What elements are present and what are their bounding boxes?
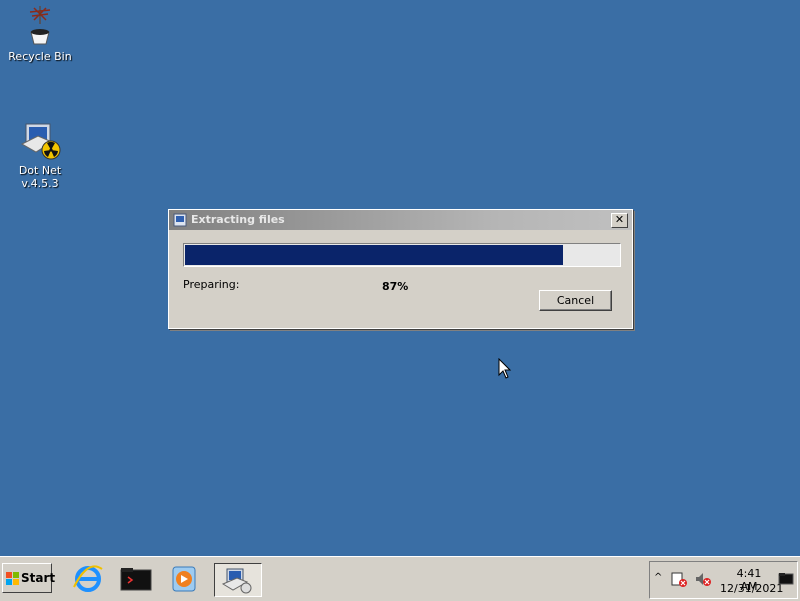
mouse-cursor-icon: [498, 357, 512, 380]
taskbar-media-player[interactable]: [166, 563, 202, 595]
system-tray: ^ 4:41 AM 12/31/2021: [649, 561, 798, 599]
volume-muted-icon[interactable]: [694, 570, 712, 591]
taskbar-internet-explorer[interactable]: [70, 563, 106, 595]
media-player-icon: [172, 566, 196, 592]
taskbar-installer[interactable]: [214, 563, 262, 597]
dialog-title: Extracting files: [191, 213, 285, 226]
cancel-button[interactable]: Cancel: [539, 290, 612, 311]
close-icon: ✕: [614, 213, 625, 226]
internet-explorer-icon: [73, 565, 103, 592]
windows-logo-icon: [6, 572, 20, 586]
status-label: Preparing:: [183, 278, 240, 291]
show-hidden-icons-chevron[interactable]: ^: [654, 572, 662, 583]
start-label: Start: [21, 571, 56, 585]
action-center-icon[interactable]: [670, 570, 688, 591]
show-desktop-icon[interactable]: [778, 572, 794, 589]
progress-percent: 87%: [382, 280, 409, 293]
progress-bar: [183, 243, 621, 267]
desktop-icon-label: Recycle Bin: [8, 50, 72, 63]
taskbar: Start ^ 4:41 AM 12/31/2021: [0, 556, 800, 601]
extracting-files-dialog: Extracting files ✕ Preparing: 87% Cancel: [168, 209, 633, 329]
desktop-icon-recycle-bin[interactable]: Recycle Bin: [0, 4, 80, 63]
recycle-bin-icon: [18, 4, 62, 48]
close-button[interactable]: ✕: [611, 213, 628, 228]
dialog-titlebar[interactable]: Extracting files ✕: [169, 210, 632, 230]
dialog-app-icon: [173, 213, 187, 227]
installer-icon: [18, 118, 62, 162]
installer-icon: [221, 568, 252, 594]
clock-date[interactable]: 12/31/2021: [720, 582, 783, 595]
terminal-folder-icon: [120, 568, 152, 591]
progress-fill: [185, 245, 563, 265]
desktop-icon-dotnet[interactable]: Dot Net v.4.5.3: [0, 118, 80, 190]
desktop-icon-label: Dot Net v.4.5.3: [18, 164, 62, 190]
start-button[interactable]: Start: [2, 563, 56, 593]
taskbar-terminal-folder[interactable]: [118, 563, 154, 595]
